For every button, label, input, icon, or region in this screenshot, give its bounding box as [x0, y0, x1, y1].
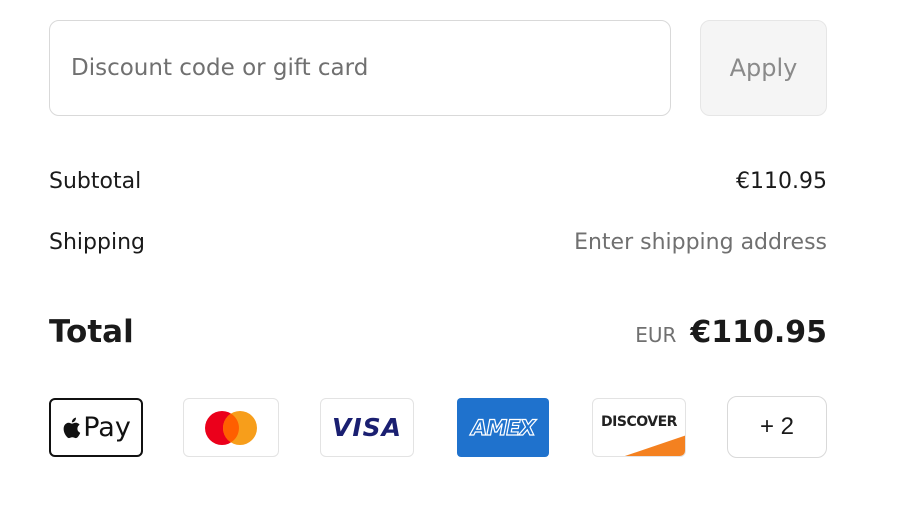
shipping-value: Enter shipping address — [574, 229, 827, 255]
amex-icon: AMEX — [457, 398, 549, 457]
discover-label: DISCOVER — [601, 413, 677, 430]
total-row: Total EUR €110.95 — [49, 310, 827, 354]
total-value: €110.95 — [690, 314, 827, 350]
currency-code: EUR — [635, 322, 677, 347]
apple-logo-icon — [63, 417, 81, 438]
discount-code-input[interactable] — [49, 20, 671, 116]
shipping-row: Shipping Enter shipping address — [49, 225, 827, 259]
amex-label: AMEX — [471, 415, 537, 440]
mastercard-circles-icon — [205, 410, 257, 445]
total-label: Total — [49, 314, 134, 350]
shipping-label: Shipping — [49, 229, 145, 255]
apply-button[interactable]: Apply — [700, 20, 827, 116]
apple-pay-label: Pay — [83, 412, 131, 443]
subtotal-value: €110.95 — [736, 168, 827, 194]
mastercard-icon — [183, 398, 279, 457]
total-amount-group: EUR €110.95 — [635, 315, 827, 350]
more-payment-methods-button[interactable]: + 2 — [727, 396, 827, 458]
visa-icon: VISA — [320, 398, 414, 457]
apple-pay-icon: Pay — [49, 398, 143, 457]
subtotal-row: Subtotal €110.95 — [49, 164, 827, 198]
discover-icon: DISCOVER — [592, 398, 686, 457]
visa-label: VISA — [331, 413, 402, 442]
subtotal-label: Subtotal — [49, 168, 142, 194]
